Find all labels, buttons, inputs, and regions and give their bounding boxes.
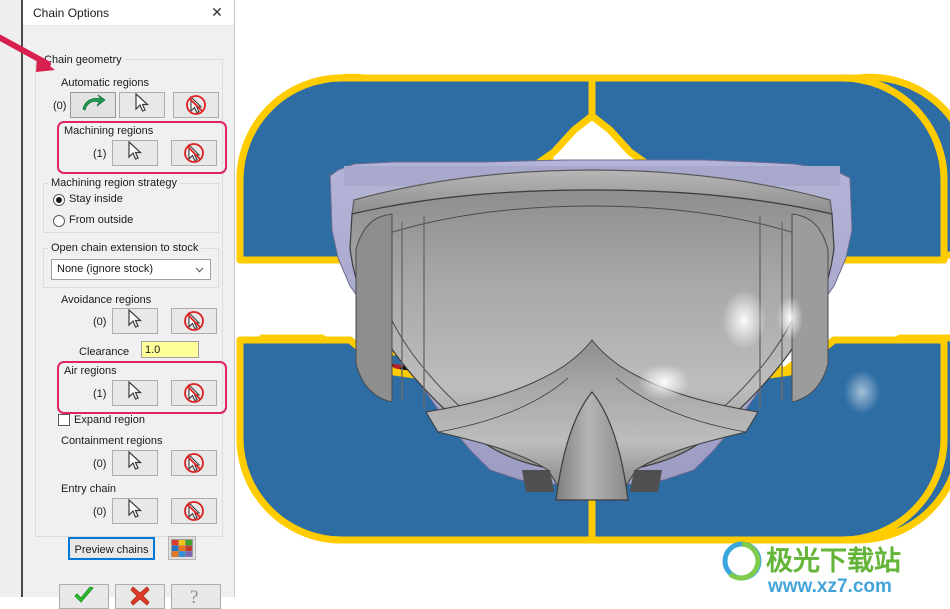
containment-regions-count: (0) [93,458,107,470]
air-regions-count: (1) [93,388,107,400]
preview-chains-label: Preview chains [74,544,149,556]
cursor-pick-icon [135,93,150,112]
avoidance-regions-pick-button[interactable] [112,308,158,334]
expand-region-label[interactable]: Expand region [74,414,145,426]
avoidance-regions-label: Avoidance regions [61,294,152,306]
cursor-pick-icon [128,381,143,400]
automatic-regions-label: Automatic regions [61,77,150,89]
svg-text:?: ? [190,587,198,607]
machining-regions-pick-button[interactable] [112,140,158,166]
clearance-input[interactable] [142,342,198,357]
machining-regions-label: Machining regions [64,125,154,137]
automatic-regions-pick-button[interactable] [119,92,165,118]
cursor-deselect-icon [184,311,204,331]
automatic-regions-count: (0) [53,100,67,112]
watermark: 极光下载站 www.xz7.com [722,541,901,597]
green-check-icon [74,586,94,603]
expand-region-checkbox[interactable] [58,414,70,426]
cursor-pick-icon [128,309,143,328]
chain-geometry-label: Chain geometry [41,54,125,66]
machining-regions-unpick-button[interactable] [171,140,217,166]
cursor-deselect-icon [184,501,204,521]
automatic-regions-auto-button[interactable] [70,92,116,118]
air-regions-label: Air regions [64,365,117,377]
window-left-edge [0,0,24,597]
green-curved-arrow-icon [82,94,106,111]
machining-regions-count: (1) [93,148,107,160]
svg-text:极光下载站: 极光下载站 [766,546,901,576]
3d-model-viewport[interactable]: 极光下载站 www.xz7.com [234,0,950,597]
chevron-down-icon [195,267,204,273]
cursor-deselect-icon [184,383,204,403]
dialog-title: Chain Options [33,6,110,20]
containment-regions-unpick-button[interactable] [171,450,217,476]
red-x-icon [130,586,150,606]
air-regions-pick-button[interactable] [112,380,158,406]
cursor-deselect-icon [186,95,206,115]
close-icon[interactable]: ✕ [208,3,226,21]
radio-from-outside-label[interactable]: From outside [69,214,133,226]
clearance-label: Clearance [79,346,130,358]
air-regions-unpick-button[interactable] [171,380,217,406]
cursor-pick-icon [128,499,143,518]
cursor-deselect-icon [184,143,204,163]
question-mark-icon: ? [190,587,198,607]
svg-text:www.xz7.com: www.xz7.com [767,576,892,597]
cursor-pick-icon [128,451,143,470]
avoidance-regions-count: (0) [93,316,107,328]
containment-regions-label: Containment regions [61,435,163,447]
machining-strategy-label: Machining region strategy [48,177,180,189]
entry-chain-label: Entry chain [61,483,117,495]
radio-from-outside[interactable] [53,215,65,227]
open-chain-extension-value: None (ignore stock) [57,263,153,275]
radio-stay-inside-label[interactable]: Stay inside [69,193,123,205]
entry-chain-unpick-button[interactable] [171,498,217,524]
preview-chains-button[interactable]: Preview chains [68,537,155,560]
radio-stay-inside[interactable] [53,194,65,206]
containment-regions-pick-button[interactable] [112,450,158,476]
entry-chain-count: (0) [93,506,107,518]
open-chain-extension-select[interactable]: None (ignore stock) [51,259,211,280]
entry-chain-pick-button[interactable] [112,498,158,524]
cursor-pick-icon [128,141,143,160]
clearance-field[interactable] [141,341,199,358]
color-palette-icon [171,539,193,557]
cursor-deselect-icon [184,453,204,473]
open-chain-extension-label: Open chain extension to stock [48,242,202,254]
dialog-titlebar: Chain Options ✕ [23,0,234,26]
automatic-regions-unpick-button[interactable] [173,92,219,118]
chain-options-dialog: Chain Options ✕ Chain geometry Automatic… [23,0,235,609]
color-palette-button[interactable] [168,536,196,560]
avoidance-regions-unpick-button[interactable] [171,308,217,334]
radio-stay-inside-dot [56,197,62,203]
